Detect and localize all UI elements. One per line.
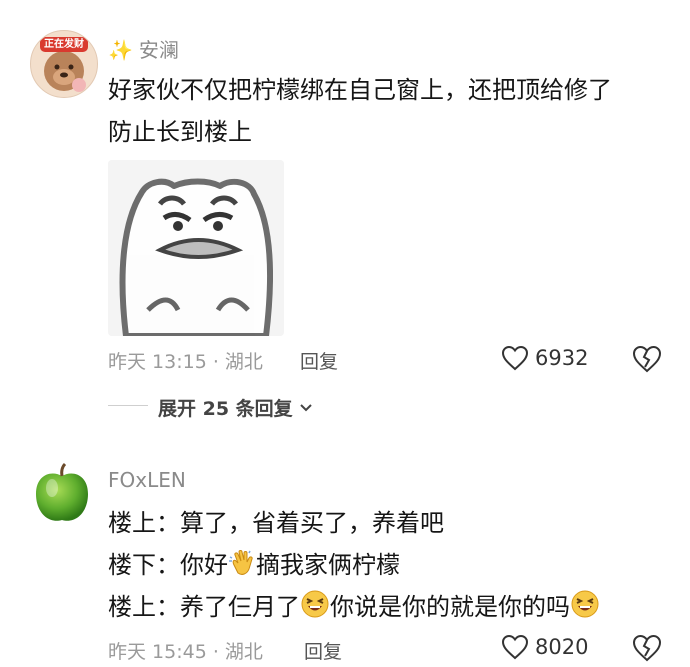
avatar-caption: 正在发财 [44, 39, 84, 50]
reply-button[interactable]: 回复 [304, 637, 342, 664]
speaker-label: 楼上： [108, 509, 180, 537]
comment-meta: 昨天 13:15 · 湖北 [108, 351, 263, 373]
speaker-label: 楼下： [108, 551, 180, 579]
speaker-label: 楼上： [108, 593, 180, 621]
comment-text-line: 防止长到楼上 [108, 118, 252, 146]
thread-divider [108, 405, 148, 406]
laughing-squint-face-icon [570, 589, 600, 629]
reply-button[interactable]: 回复 [300, 347, 338, 374]
heart-outline-icon [501, 345, 529, 371]
broken-heart-icon [632, 345, 662, 373]
like-count: 6932 [535, 346, 589, 370]
expand-replies-label: 展开 25 条回复 [158, 398, 293, 420]
like-count: 8020 [535, 635, 589, 659]
username-text: 安澜 [138, 38, 179, 62]
like-button[interactable]: 8020 [501, 634, 588, 660]
comment-text-line: 楼下：你好 摘我家俩柠檬 [108, 547, 400, 587]
dialogue-text: 算了，省着买了，养着吧 [180, 509, 444, 537]
comment-text-line: 楼上：养了仨月了 你说是你的就是你的吗 [108, 589, 600, 629]
dialogue-text: 你好 [180, 551, 228, 579]
commenter-avatar[interactable]: 正在发财 [30, 30, 98, 98]
dislike-button[interactable] [632, 345, 662, 377]
dialogue-text: 养了仨月了 [180, 593, 300, 621]
dislike-button[interactable] [632, 634, 662, 666]
heart-outline-icon [501, 634, 529, 660]
dialogue-text: 摘我家俩柠檬 [256, 551, 400, 579]
comment-username[interactable]: FOxLEN [108, 468, 186, 492]
broken-heart-icon [632, 634, 662, 662]
like-button[interactable]: 6932 [501, 345, 588, 371]
sparkle-icon: ✨ [108, 38, 133, 62]
comment-meta: 昨天 15:45 · 湖北 [108, 641, 263, 663]
meme-sticker-image[interactable] [108, 160, 284, 336]
comment-text-line: 楼上：算了，省着买了，养着吧 [108, 505, 444, 541]
comment-username[interactable]: ✨ 安澜 [108, 34, 179, 63]
laughing-squint-face-icon [300, 589, 330, 629]
green-apple-icon [36, 462, 88, 521]
chevron-down-icon [299, 403, 312, 411]
expand-replies-button[interactable]: 展开 25 条回复 [158, 394, 313, 421]
waving-hand-icon [228, 549, 256, 587]
comment-text-line: 好家伙不仅把柠檬绑在自己窗上，还把顶给修了 [108, 76, 612, 104]
dialogue-text: 你说是你的就是你的吗 [330, 593, 570, 621]
commenter-avatar[interactable] [30, 462, 94, 526]
frog-meme-icon [108, 160, 284, 336]
